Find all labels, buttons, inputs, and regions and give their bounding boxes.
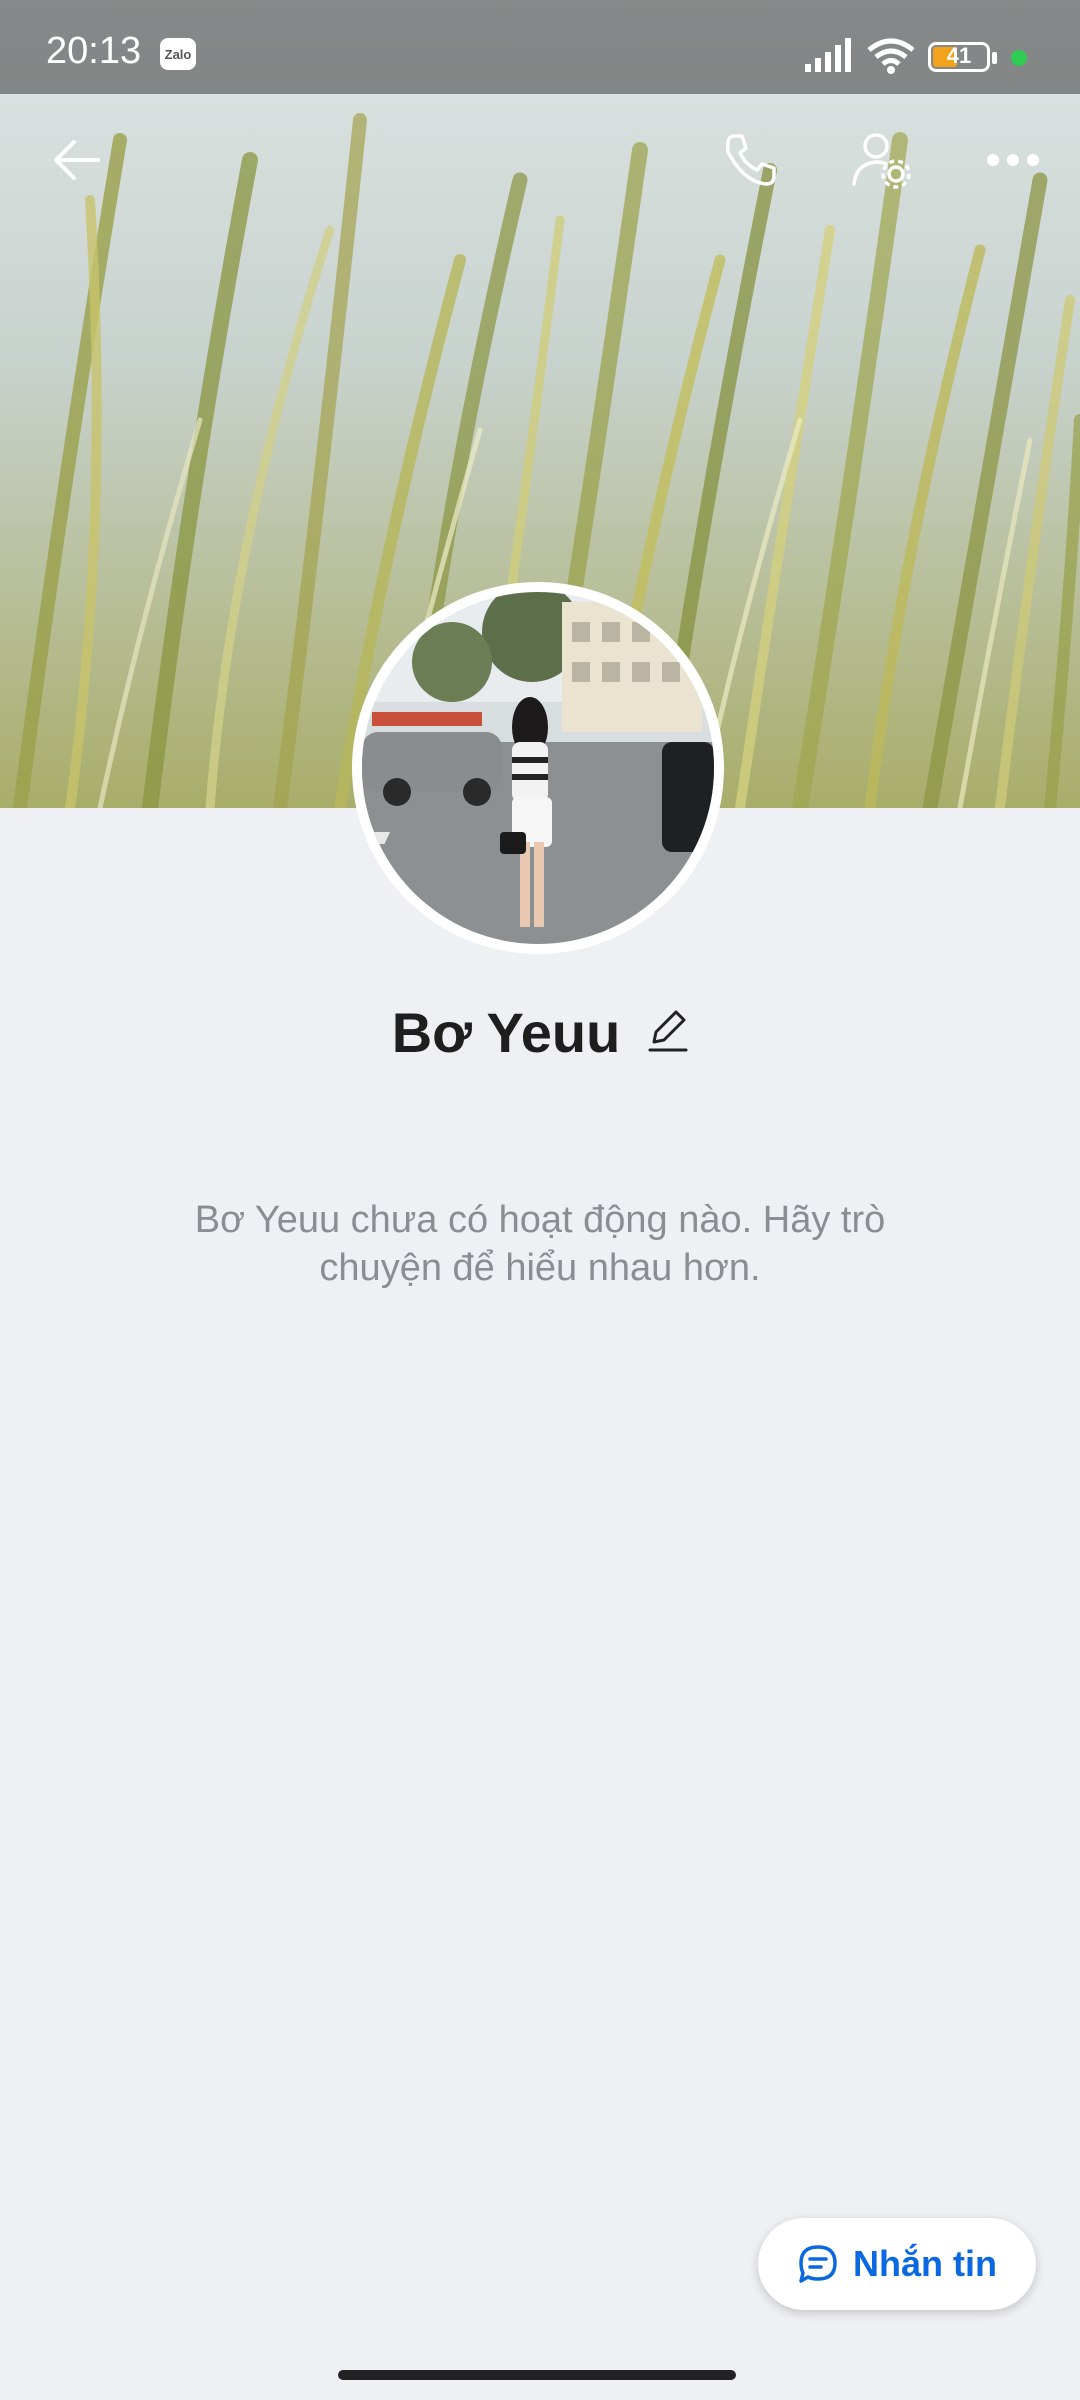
- home-indicator[interactable]: [338, 2370, 736, 2380]
- battery-tip: [992, 52, 997, 64]
- send-message-label: Nhắn tin: [853, 2243, 997, 2284]
- battery-level: 41: [946, 43, 972, 68]
- zalo-notification-badge: Zalo: [160, 38, 196, 70]
- green-dot-indicator: [1011, 50, 1027, 66]
- profile-avatar[interactable]: [352, 582, 724, 954]
- more-icon: [987, 154, 1039, 166]
- battery-icon: 41: [928, 42, 990, 72]
- send-message-button[interactable]: Nhắn tin: [758, 2218, 1036, 2310]
- more-button[interactable]: [975, 122, 1051, 198]
- phone-call-icon: [725, 134, 776, 186]
- status-bar: 20:13 Zalo 41: [0, 0, 1080, 94]
- pencil-icon: [648, 1010, 688, 1051]
- call-button[interactable]: [712, 122, 788, 198]
- user-settings-icon: [852, 133, 911, 189]
- chat-bubble-icon: [799, 2245, 837, 2283]
- empty-activity-message: Bơ Yeuu chưa có hoạt động nào. Hãy trò c…: [194, 1199, 886, 1289]
- profile-name: Bơ Yeuu: [391, 1000, 621, 1064]
- profile-name-row: Bơ Yeuu: [0, 992, 1080, 1072]
- status-time: 20:13: [46, 30, 142, 72]
- edit-name-button[interactable]: [648, 1008, 688, 1057]
- wifi-icon: [867, 38, 915, 74]
- user-settings-button[interactable]: [844, 122, 920, 198]
- back-button[interactable]: [38, 122, 114, 198]
- back-arrow-icon: [54, 140, 100, 180]
- signal-icon: [805, 38, 851, 72]
- avatar-photo: [362, 592, 714, 944]
